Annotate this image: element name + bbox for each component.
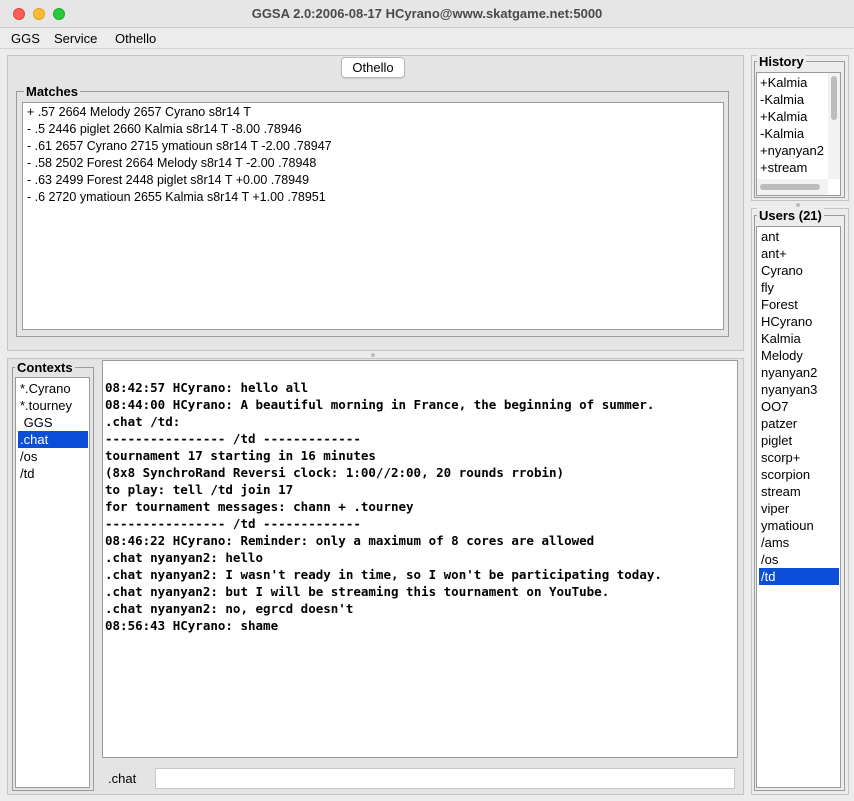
user-item[interactable]: stream xyxy=(759,483,839,500)
chat-line: .chat nyanyan2: no, egrcd doesn't xyxy=(105,601,354,616)
chat-line: 08:56:43 HCyrano: shame xyxy=(105,618,279,633)
match-row[interactable]: - .5 2446 piglet 2660 Kalmia s8r14 T -8.… xyxy=(27,121,302,138)
user-item[interactable]: nyanyan3 xyxy=(759,381,839,398)
menu-othello[interactable]: Othello xyxy=(115,31,156,46)
menu-ggs[interactable]: GGS xyxy=(11,31,40,46)
users-legend: Users (21) xyxy=(757,208,824,223)
history-item[interactable]: -Kalmia xyxy=(760,125,804,142)
chat-line: .chat /td: xyxy=(105,414,181,429)
history-hscroll-thumb[interactable] xyxy=(760,184,820,190)
chat-line: ---------------- /td ------------- xyxy=(105,516,361,531)
user-item[interactable]: ymatioun xyxy=(759,517,839,534)
user-item[interactable]: /os xyxy=(759,551,839,568)
chat-line: 08:46:22 HCyrano: Reminder: only a maxim… xyxy=(105,533,595,548)
context-item-ggs[interactable]: GGS xyxy=(18,414,88,431)
user-item[interactable]: patzer xyxy=(759,415,839,432)
user-item[interactable]: scorp+ xyxy=(759,449,839,466)
command-input[interactable] xyxy=(155,768,735,789)
user-item[interactable]: Forest xyxy=(759,296,839,313)
user-item[interactable]: ant xyxy=(759,228,839,245)
chat-line: (8x8 SynchroRand Reversi clock: 1:00//2:… xyxy=(105,465,565,480)
contexts-legend: Contexts xyxy=(15,360,75,375)
match-row[interactable]: - .58 2502 Forest 2664 Melody s8r14 T -2… xyxy=(27,155,316,172)
chat-line: .chat nyanyan2: I wasn't ready in time, … xyxy=(105,567,662,582)
chat-line: to play: tell /td join 17 xyxy=(105,482,294,497)
chat-line: tournament 17 starting in 16 minutes xyxy=(105,448,376,463)
chat-line: 08:42:57 HCyrano: hello all xyxy=(105,380,309,395)
title-bar: GGSA 2.0:2006-08-17 HCyrano@www.skatgame… xyxy=(0,0,854,28)
split-pane-handle[interactable] xyxy=(371,353,375,357)
user-item[interactable]: scorpion xyxy=(759,466,839,483)
context-item-tourney[interactable]: *.tourney xyxy=(18,397,88,414)
user-item[interactable]: Kalmia xyxy=(759,330,839,347)
user-item[interactable]: fly xyxy=(759,279,839,296)
menu-service[interactable]: Service xyxy=(54,31,97,46)
user-item[interactable]: /ams xyxy=(759,534,839,551)
user-item-selected[interactable]: /td xyxy=(759,568,839,585)
history-item[interactable]: -Kalmia xyxy=(760,91,804,108)
user-item[interactable]: Melody xyxy=(759,347,839,364)
right-split-handle[interactable] xyxy=(796,203,800,207)
user-item[interactable]: nyanyan2 xyxy=(759,364,839,381)
context-item-os[interactable]: /os xyxy=(18,448,88,465)
history-item[interactable]: +Kalmia xyxy=(760,74,807,91)
history-legend: History xyxy=(757,54,806,69)
user-item[interactable]: HCyrano xyxy=(759,313,839,330)
chat-line: for tournament messages: chann + .tourne… xyxy=(105,499,414,514)
context-item-cyrano[interactable]: *.Cyrano xyxy=(18,380,88,397)
window-title: GGSA 2.0:2006-08-17 HCyrano@www.skatgame… xyxy=(251,6,603,21)
matches-legend: Matches xyxy=(24,84,81,99)
user-item[interactable]: piglet xyxy=(759,432,839,449)
match-row[interactable]: - .61 2657 Cyrano 2715 ymatioun s8r14 T … xyxy=(27,138,332,155)
history-scroll-thumb[interactable] xyxy=(831,76,837,120)
input-context-label: .chat xyxy=(108,771,137,786)
chat-line: .chat nyanyan2: hello xyxy=(105,550,264,565)
user-item[interactable]: viper xyxy=(759,500,839,517)
history-item[interactable]: +stream xyxy=(760,159,807,176)
history-item[interactable]: +Kalmia xyxy=(760,108,807,125)
match-row[interactable]: - .6 2720 ymatioun 2655 Kalmia s8r14 T +… xyxy=(27,189,326,206)
user-item[interactable]: ant+ xyxy=(759,245,839,262)
context-item-chat[interactable]: .chat xyxy=(18,431,88,448)
contexts-list[interactable]: *.Cyrano *.tourney GGS .chat /os /td xyxy=(15,377,90,788)
match-row[interactable]: + .57 2664 Melody 2657 Cyrano s8r14 T xyxy=(27,104,251,121)
history-vertical-scrollbar[interactable] xyxy=(828,73,840,179)
chat-log[interactable]: 08:42:57 HCyrano: hello all 08:44:00 HCy… xyxy=(102,360,738,758)
history-horizontal-scrollbar[interactable] xyxy=(757,179,828,195)
menu-bar: GGS Service Othello xyxy=(0,28,854,49)
history-item[interactable]: +nyanyan2 xyxy=(760,142,824,159)
history-list[interactable]: +Kalmia -Kalmia +Kalmia -Kalmia +nyanyan… xyxy=(756,72,841,196)
match-row[interactable]: - .63 2499 Forest 2448 piglet s8r14 T +0… xyxy=(27,172,309,189)
matches-list[interactable]: + .57 2664 Melody 2657 Cyrano s8r14 T - … xyxy=(22,102,724,330)
tab-othello[interactable]: Othello xyxy=(341,57,405,78)
chat-line: 08:44:00 HCyrano: A beautiful morning in… xyxy=(105,397,655,412)
users-list[interactable]: ant ant+ Cyrano fly Forest HCyrano Kalmi… xyxy=(756,226,841,788)
chat-line: ---------------- /td ------------- xyxy=(105,431,361,446)
chat-line: .chat nyanyan2: but I will be streaming … xyxy=(105,584,610,599)
context-item-td[interactable]: /td xyxy=(18,465,88,482)
user-item[interactable]: OO7 xyxy=(759,398,839,415)
user-item[interactable]: Cyrano xyxy=(759,262,839,279)
